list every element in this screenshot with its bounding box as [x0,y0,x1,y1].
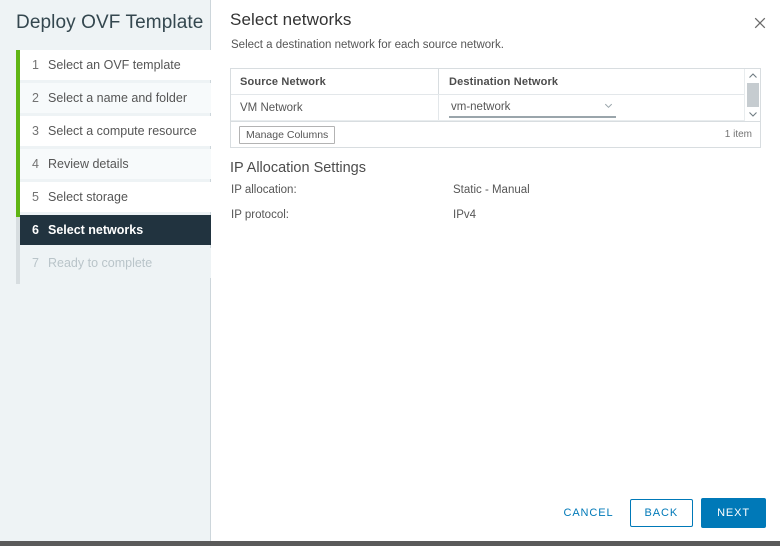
sidebar-step-3[interactable]: 3 Select a compute resource [20,116,211,146]
sidebar-step-4[interactable]: 4 Review details [20,149,211,179]
column-header-source-network[interactable]: Source Network [231,76,438,88]
step-label: Select an OVF template [48,58,181,72]
ip-protocol-label: IP protocol: [231,209,289,221]
step-number: 4 [32,157,39,171]
grid-scrollbar[interactable] [744,69,760,121]
scrollbar-track[interactable] [745,83,760,107]
step-number: 3 [32,124,39,138]
wizard-step-list: 1 Select an OVF template 2 Select a name a… [16,50,211,284]
scroll-down-icon[interactable] [745,107,760,121]
ip-protocol-value: IPv4 [453,209,477,221]
cell-source-network: VM Network [240,101,303,114]
sidebar-step-2[interactable]: 2 Select a name and folder [20,83,211,113]
item-count-label: 1 item [724,129,752,140]
step-label: Select a name and folder [48,91,187,105]
ip-allocation-section-title: IP Allocation Settings [230,160,366,176]
next-button[interactable]: NEXT [701,498,766,528]
chevron-down-icon [603,100,614,111]
step-number: 7 [32,256,39,270]
step-number: 2 [32,91,39,105]
destination-network-value: vm-network [451,100,511,113]
ip-allocation-value: Static - Manual [453,184,530,196]
step-number: 6 [32,223,39,237]
grid-footer: Manage Columns 1 item [231,121,760,147]
ip-allocation-row: IP allocation: Static - Manual [231,184,731,196]
page-subtitle: Select a destination network for each so… [231,39,504,51]
close-icon[interactable] [750,13,770,33]
ip-allocation-label: IP allocation: [231,184,297,196]
scroll-up-icon[interactable] [745,69,760,83]
sidebar-step-1[interactable]: 1 Select an OVF template [20,50,211,80]
table-row[interactable]: VM Network vm-network [231,95,760,121]
back-button[interactable]: BACK [629,499,694,527]
sidebar-step-5[interactable]: 5 Select storage [20,182,211,212]
wizard-title: Deploy OVF Template [16,12,204,33]
bottom-status-bar [0,541,780,546]
scrollbar-thumb[interactable] [747,83,759,107]
manage-columns-button[interactable]: Manage Columns [239,125,336,144]
step-label: Review details [48,157,129,171]
wizard-sidebar: Deploy OVF Template 1 Select an OVF templ… [0,0,211,541]
grid-scroll-region: Source Network Destination Network VM Ne… [231,69,760,121]
wizard-footer: CANCEL BACK NEXT [212,485,780,541]
network-mapping-grid: Source Network Destination Network VM Ne… [230,68,761,148]
sidebar-step-7: 7 Ready to complete [20,248,211,278]
destination-network-dropdown[interactable]: vm-network [449,97,616,118]
deploy-ovf-template-wizard: Deploy OVF Template 1 Select an OVF templ… [0,0,780,546]
grid-header-row: Source Network Destination Network [231,69,760,95]
wizard-content: Select networks Select a destination net… [212,0,780,541]
cancel-button[interactable]: CANCEL [553,501,623,525]
cell-destination-network: vm-network [438,95,743,120]
step-label: Select a compute resource [48,124,197,138]
step-number: 5 [32,190,39,204]
step-label: Ready to complete [48,256,153,270]
column-header-destination-network[interactable]: Destination Network [438,69,743,94]
page-title: Select networks [230,10,352,29]
step-label: Select networks [48,223,144,237]
sidebar-step-6[interactable]: 6 Select networks [20,215,211,245]
step-number: 1 [32,58,39,72]
step-label: Select storage [48,190,128,204]
ip-protocol-row: IP protocol: IPv4 [231,209,731,221]
